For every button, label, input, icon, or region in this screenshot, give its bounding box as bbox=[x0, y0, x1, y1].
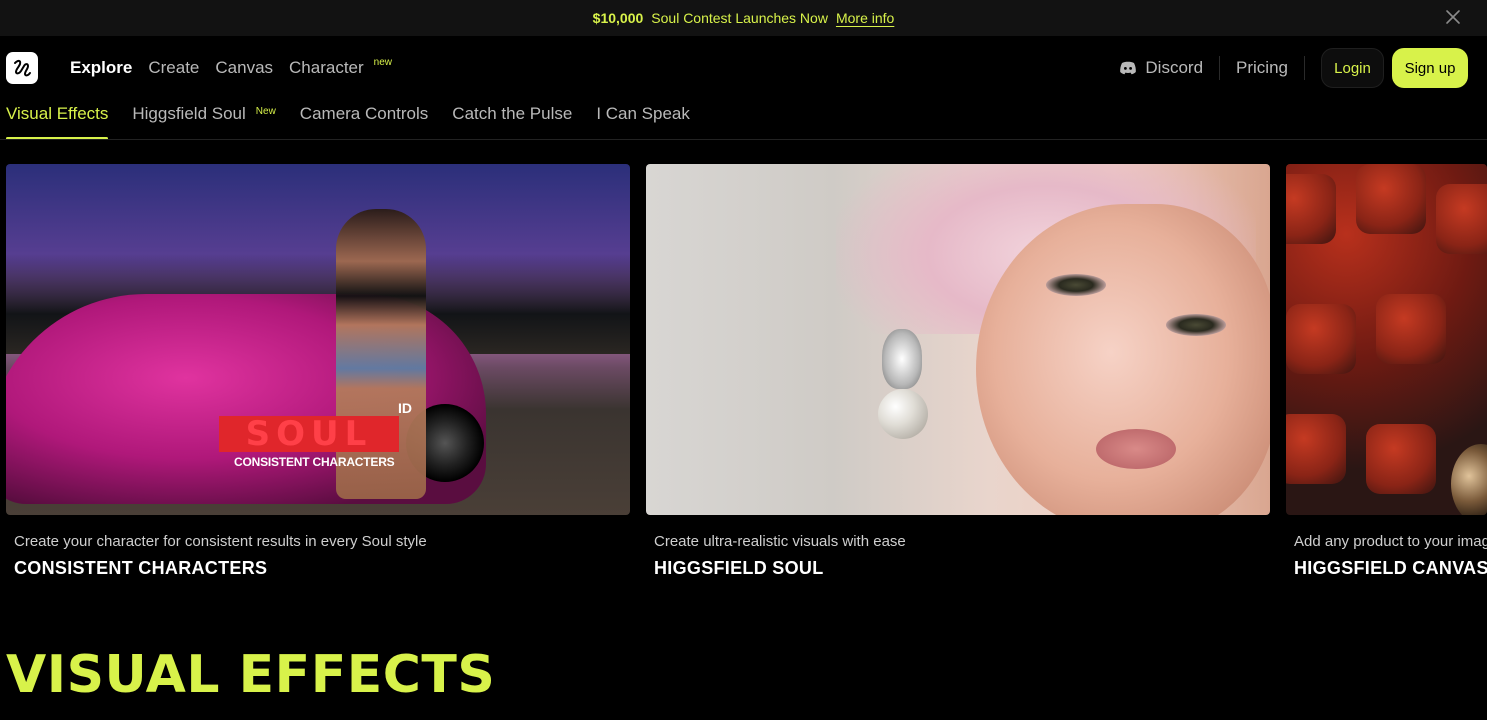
card-description: Create ultra-realistic visuals with ease bbox=[654, 533, 906, 550]
discord-link[interactable]: Discord bbox=[1119, 58, 1203, 78]
red-tile bbox=[1366, 424, 1436, 494]
feature-card-higgsfield-canvas[interactable]: Add any product to your imag HIGGSFIELD … bbox=[1286, 164, 1487, 579]
leopard-print-item bbox=[1451, 444, 1487, 515]
tab-label: Visual Effects bbox=[6, 104, 109, 123]
divider bbox=[1219, 56, 1221, 80]
divider bbox=[1304, 56, 1305, 80]
card-image: SOUL ID CONSISTENT CHARACTERS bbox=[6, 164, 630, 515]
tab-label: Higgsfield Soul bbox=[132, 104, 246, 123]
red-tile bbox=[1376, 294, 1446, 364]
new-badge: new bbox=[373, 57, 393, 68]
red-tile bbox=[1286, 304, 1356, 374]
top-header: Explore Create Canvas Character new Disco… bbox=[0, 36, 1487, 100]
card-description: Create your character for consistent res… bbox=[14, 533, 427, 550]
red-tile bbox=[1286, 414, 1346, 484]
higgsfield-logo-icon[interactable] bbox=[6, 52, 38, 84]
tabs-divider bbox=[0, 139, 1487, 140]
card-title: CONSISTENT CHARACTERS bbox=[14, 558, 268, 578]
tab-i-can-speak[interactable]: I Can Speak bbox=[596, 100, 690, 140]
nav-explore-label: Explore bbox=[70, 58, 133, 77]
contest-amount: $10,000 bbox=[592, 10, 644, 26]
eye bbox=[1166, 314, 1226, 336]
soul-logo: SOUL bbox=[219, 416, 399, 452]
face bbox=[976, 204, 1270, 515]
card-title: HIGGSFIELD SOUL bbox=[654, 558, 824, 578]
close-icon[interactable] bbox=[1445, 9, 1461, 25]
nav-create[interactable]: Create bbox=[148, 58, 199, 78]
pearl-earring bbox=[878, 389, 928, 439]
nav-character[interactable]: Character new bbox=[289, 57, 393, 78]
discord-label: Discord bbox=[1145, 58, 1204, 77]
tab-higgsfield-soul[interactable]: Higgsfield Soul New bbox=[132, 100, 275, 140]
discord-icon bbox=[1120, 61, 1137, 75]
card-description: Add any product to your imag bbox=[1294, 533, 1487, 550]
pricing-link[interactable]: Pricing bbox=[1236, 58, 1288, 78]
soul-subtitle: CONSISTENT CHARACTERS bbox=[234, 455, 395, 469]
tab-catch-the-pulse[interactable]: Catch the Pulse bbox=[452, 100, 572, 140]
lips bbox=[1096, 429, 1176, 469]
bunny-earring bbox=[882, 329, 922, 389]
nav-create-label: Create bbox=[148, 58, 200, 77]
eye bbox=[1046, 274, 1106, 296]
soul-id-label: ID bbox=[398, 400, 412, 416]
card-title: HIGGSFIELD CANVAS bbox=[1294, 558, 1487, 578]
nav-explore[interactable]: Explore bbox=[70, 58, 132, 78]
header-actions: Discord Pricing Login Sign up bbox=[1119, 48, 1468, 88]
nav-character-label: Character bbox=[289, 58, 364, 77]
card-image bbox=[646, 164, 1270, 515]
login-button[interactable]: Login bbox=[1321, 48, 1384, 88]
new-badge: New bbox=[255, 106, 276, 117]
tab-label: Catch the Pulse bbox=[452, 104, 573, 123]
section-title: VISUAL EFFECTS bbox=[6, 645, 496, 705]
main-nav: Explore Create Canvas Character new bbox=[70, 57, 408, 78]
announcement-text: Soul Contest Launches Now bbox=[651, 10, 828, 26]
nav-canvas[interactable]: Canvas bbox=[215, 58, 273, 78]
signup-button[interactable]: Sign up bbox=[1392, 48, 1468, 88]
tab-camera-controls[interactable]: Camera Controls bbox=[300, 100, 429, 140]
tab-label: Camera Controls bbox=[299, 104, 429, 123]
red-tile bbox=[1286, 174, 1336, 244]
feature-card-consistent-characters[interactable]: SOUL ID CONSISTENT CHARACTERS Create you… bbox=[6, 164, 630, 579]
tab-label: I Can Speak bbox=[596, 104, 690, 123]
nav-canvas-label: Canvas bbox=[215, 58, 274, 77]
soul-logo-text: SOUL bbox=[245, 414, 373, 454]
card-image bbox=[1286, 164, 1487, 515]
more-info-link[interactable]: More info bbox=[836, 10, 894, 26]
category-tabs: Visual Effects Higgsfield Soul New Camera… bbox=[6, 100, 714, 140]
feature-card-higgsfield-soul[interactable]: Create ultra-realistic visuals with ease… bbox=[646, 164, 1270, 579]
red-tile bbox=[1436, 184, 1487, 254]
red-tile bbox=[1356, 164, 1426, 234]
tab-visual-effects[interactable]: Visual Effects bbox=[6, 100, 109, 140]
announcement-bar: $10,000 Soul Contest Launches Now More i… bbox=[0, 0, 1487, 36]
